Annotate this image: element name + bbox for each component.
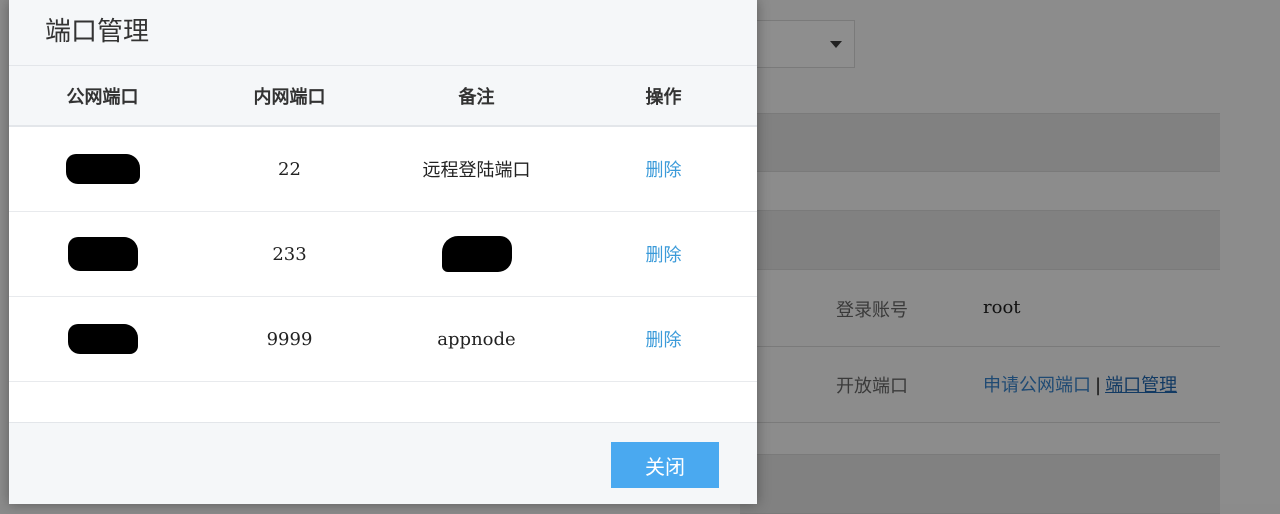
- delete-link[interactable]: 删除: [646, 330, 682, 351]
- public-port-cell: [9, 237, 196, 271]
- column-header-note: 备注: [458, 86, 495, 108]
- redacted-public-port: [67, 237, 138, 271]
- open-ports-label: 开放端口: [836, 376, 908, 397]
- login-account-label: 登录账号: [836, 300, 908, 321]
- redacted-note: [441, 236, 512, 272]
- background-section-band: [740, 454, 1220, 514]
- login-account-value: root: [983, 297, 1021, 318]
- redacted-public-port: [67, 324, 138, 354]
- action-cell: 删除: [570, 326, 757, 352]
- background-section-band: [740, 113, 1220, 172]
- table-row: 9999 appnode 删除: [9, 297, 757, 382]
- public-port-cell: [9, 154, 196, 184]
- table-row: 22 远程登陆端口 删除: [9, 127, 757, 212]
- background-divider: [740, 346, 1220, 347]
- internal-port-cell: 233: [272, 243, 307, 265]
- background-divider: [740, 422, 1220, 423]
- delete-link[interactable]: 删除: [646, 245, 682, 266]
- action-cell: 删除: [570, 241, 757, 267]
- delete-link[interactable]: 删除: [646, 160, 682, 181]
- background-select[interactable]: [740, 20, 855, 68]
- action-cell: 删除: [570, 156, 757, 182]
- open-ports-links: 申请公网端口 | 端口管理: [983, 371, 1177, 397]
- public-port-cell: [9, 324, 196, 354]
- table-row: 233 删除: [9, 212, 757, 297]
- dialog-title: 端口管理: [45, 17, 150, 47]
- dialog-header: 端口管理: [9, 0, 757, 66]
- internal-port-cell: 22: [278, 158, 301, 180]
- close-button[interactable]: 关闭: [611, 442, 719, 488]
- port-management-dialog: 端口管理 公网端口 内网端口 备注 操作 22 远程登陆端口 删除 233 删除: [9, 0, 757, 504]
- column-header-internal-port: 内网端口: [253, 86, 326, 108]
- table-header: 公网端口 内网端口 备注 操作: [9, 66, 757, 127]
- redacted-public-port: [65, 154, 140, 184]
- column-header-action: 操作: [645, 86, 682, 108]
- port-management-link[interactable]: 端口管理: [1105, 375, 1177, 396]
- link-separator: |: [1095, 375, 1102, 396]
- column-header-public-port: 公网端口: [66, 86, 139, 108]
- internal-port-cell: 9999: [266, 328, 313, 350]
- dialog-footer: 关闭: [9, 422, 757, 504]
- note-cell: [383, 236, 570, 272]
- apply-public-port-link[interactable]: 申请公网端口: [983, 375, 1091, 396]
- background-section-band: [740, 210, 1220, 270]
- chevron-down-icon: [830, 41, 842, 48]
- note-cell: appnode: [437, 328, 516, 350]
- note-cell: 远程登陆端口: [422, 160, 531, 181]
